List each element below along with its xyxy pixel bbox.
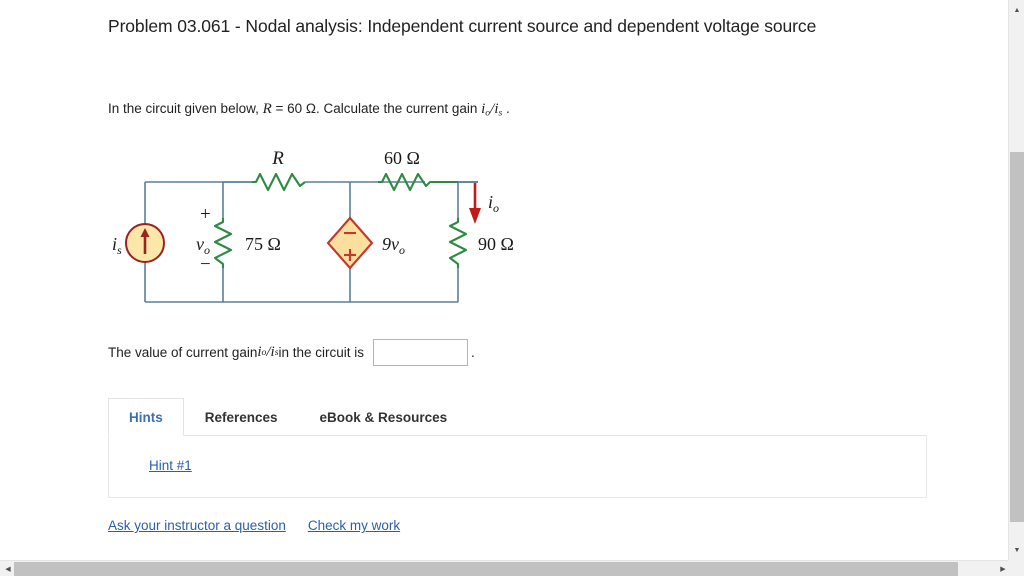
horizontal-scrollbar-thumb[interactable] bbox=[14, 562, 958, 576]
resistor-75-label: 75 Ω bbox=[245, 234, 281, 254]
circuit-wires bbox=[144, 181, 478, 303]
output-current-label: io bbox=[488, 192, 499, 215]
dependent-voltage-source bbox=[326, 216, 374, 270]
tab-ebook-resources[interactable]: eBook & Resources bbox=[299, 398, 469, 435]
source-current-label: is bbox=[112, 234, 122, 257]
dependent-source-label: 9vo bbox=[382, 234, 405, 257]
statement-text-1: In the circuit given below, bbox=[108, 101, 263, 116]
tab-hints[interactable]: Hints bbox=[108, 398, 184, 436]
browser-page: Problem 03.061 - Nodal analysis: Indepen… bbox=[0, 0, 1024, 576]
horizontal-scrollbar[interactable]: ◀ ▶ bbox=[0, 560, 1024, 576]
vertical-scrollbar-thumb[interactable] bbox=[1010, 152, 1024, 522]
hints-panel: Hint #1 bbox=[108, 436, 927, 498]
resistor-R-symbol bbox=[252, 172, 306, 192]
scrollbar-corner bbox=[1008, 560, 1024, 576]
vertical-scrollbar[interactable]: ▲ ▼ bbox=[1008, 0, 1024, 560]
tab-references[interactable]: References bbox=[184, 398, 299, 435]
node-voltage-plus-sign: + bbox=[200, 204, 211, 225]
ask-instructor-link[interactable]: Ask your instructor a question bbox=[108, 518, 286, 533]
node-voltage-minus-sign: − bbox=[200, 254, 211, 275]
answer-line: The value of current gain i o / i s in the c… bbox=[108, 339, 475, 366]
statement-variable-R: R bbox=[262, 101, 272, 117]
hint-1-link[interactable]: Hint #1 bbox=[149, 458, 192, 473]
resistor-R-label: R bbox=[271, 148, 284, 169]
independent-current-source bbox=[125, 223, 165, 263]
output-current-arrow-icon bbox=[469, 183, 481, 224]
circuit-diagram: R 60 Ω 75 Ω 90 Ω is vo + − 9vo io bbox=[100, 138, 550, 323]
answer-input[interactable] bbox=[373, 339, 469, 366]
resistor-90-label: 90 Ω bbox=[478, 234, 514, 254]
answer-text-before: The value of current gain bbox=[108, 345, 258, 360]
resistor-75-symbol bbox=[213, 218, 233, 268]
scroll-left-arrow-icon[interactable]: ◀ bbox=[1, 561, 15, 576]
scroll-down-arrow-icon[interactable]: ▼ bbox=[1009, 542, 1024, 558]
check-my-work-link[interactable]: Check my work bbox=[308, 518, 400, 533]
statement-text-3: . bbox=[502, 101, 510, 116]
resistor-60-label: 60 Ω bbox=[384, 148, 420, 168]
scroll-up-arrow-icon[interactable]: ▲ bbox=[1009, 2, 1024, 18]
answer-period: . bbox=[471, 345, 475, 360]
statement-text-2: = 60 Ω. Calculate the current gain bbox=[271, 101, 482, 116]
page-title: Problem 03.061 - Nodal analysis: Indepen… bbox=[108, 16, 817, 36]
footer-links: Ask your instructor a question Check my … bbox=[108, 518, 400, 533]
problem-content-area: Problem 03.061 - Nodal analysis: Indepen… bbox=[0, 0, 995, 550]
tab-bar: Hints References eBook & Resources bbox=[108, 398, 927, 436]
answer-text-after: in the circuit is bbox=[278, 345, 365, 360]
problem-statement: In the circuit given below, R = 60 Ω. Ca… bbox=[108, 101, 510, 119]
resistor-90-symbol bbox=[448, 218, 468, 268]
